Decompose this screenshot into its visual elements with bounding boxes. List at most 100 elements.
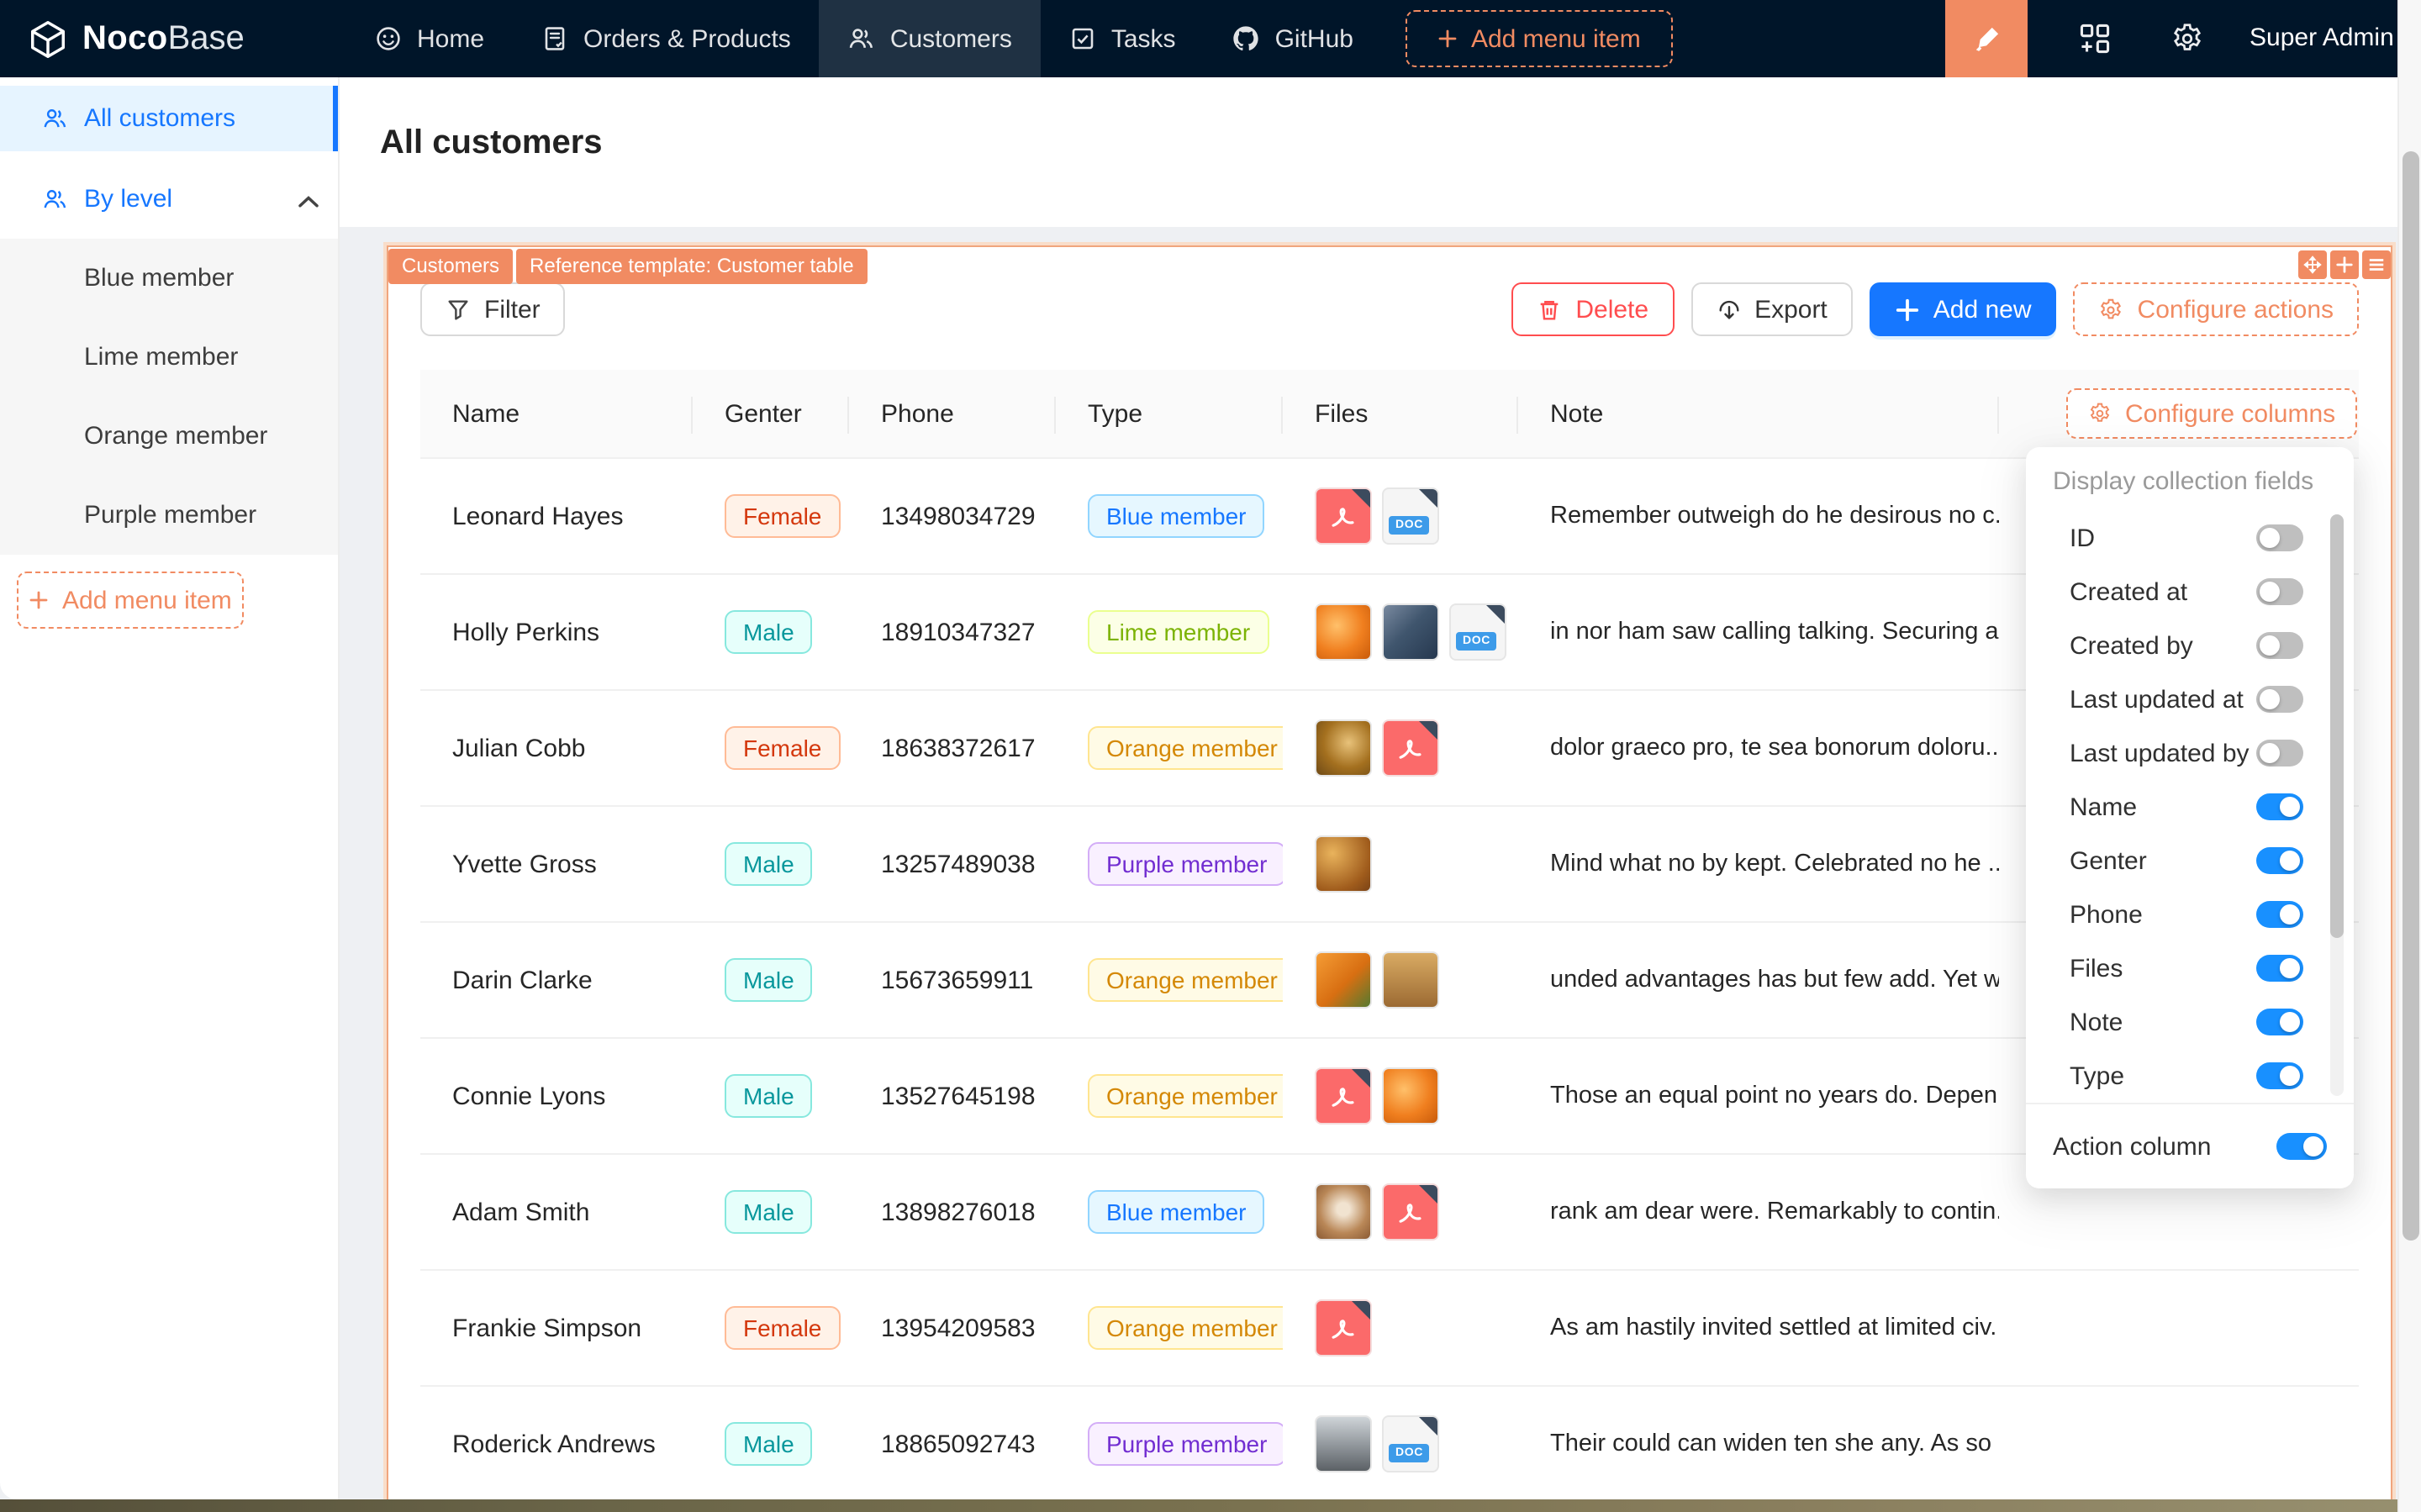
- pdf-file-icon[interactable]: [1315, 487, 1372, 545]
- field-toggle-files[interactable]: Files: [2026, 941, 2354, 995]
- pdf-file-icon[interactable]: [1382, 1183, 1439, 1241]
- nocobase-logo[interactable]: NocoBase: [0, 18, 252, 60]
- toggle-knob: [2280, 851, 2300, 871]
- image-attachment-thumbnail[interactable]: [1315, 603, 1372, 661]
- field-switch[interactable]: [2256, 1062, 2303, 1089]
- image-attachment-thumbnail[interactable]: [1315, 951, 1372, 1009]
- field-toggle-last-updated-by[interactable]: Last updated by: [2026, 726, 2354, 780]
- sidebar-item-blue-member[interactable]: Blue member: [0, 239, 338, 318]
- action-column-toggle[interactable]: [2276, 1133, 2327, 1160]
- cell-name: Leonard Hayes: [420, 502, 693, 530]
- window-scrollbar[interactable]: [2397, 0, 2421, 1512]
- doc-file-icon[interactable]: DOC: [1449, 603, 1506, 661]
- field-switch[interactable]: [2256, 955, 2303, 982]
- cell-name: Connie Lyons: [420, 1082, 693, 1110]
- gender-badge: Male: [725, 958, 813, 1002]
- ui-editor-button[interactable]: [1945, 0, 2028, 77]
- field-toggle-note[interactable]: Note: [2026, 995, 2354, 1049]
- gear-icon: [2088, 402, 2112, 425]
- toggle-knob: [2280, 1066, 2300, 1086]
- type-badge: Orange member: [1088, 1074, 1283, 1118]
- field-toggle-type[interactable]: Type: [2026, 1049, 2354, 1103]
- background-photo-strip: [0, 1499, 2421, 1512]
- window-scrollbar-thumb[interactable]: [2403, 151, 2419, 1241]
- column-header-note[interactable]: Note: [1518, 370, 1999, 457]
- add-menu-item-sidebar-button[interactable]: Add menu item: [17, 572, 244, 629]
- sidebar-item-lime-member[interactable]: Lime member: [0, 318, 338, 397]
- image-attachment-thumbnail[interactable]: [1315, 835, 1372, 893]
- cell-note: As am hastily invited settled at limited…: [1518, 1314, 1999, 1341]
- reference-template-tag[interactable]: Reference template: Customer table: [516, 249, 868, 284]
- chevron-up-icon[interactable]: [296, 190, 314, 208]
- field-label: Name: [2070, 793, 2137, 821]
- drag-move-icon[interactable]: [2298, 250, 2327, 279]
- field-switch[interactable]: [2256, 578, 2303, 605]
- doc-label: DOC: [1389, 516, 1430, 535]
- nav-item-orders-products[interactable]: Orders & Products: [513, 0, 820, 77]
- block-add-icon[interactable]: [2330, 250, 2359, 279]
- cloud-download-icon: [1716, 297, 1741, 322]
- image-orangefruit: [1316, 605, 1370, 659]
- action-column-row[interactable]: Action column: [2026, 1103, 2354, 1188]
- column-header-name[interactable]: Name: [420, 370, 693, 457]
- sidebar-item-orange-member[interactable]: Orange member: [0, 397, 338, 476]
- add-new-button[interactable]: Add new: [1870, 282, 2057, 336]
- cell-name: Holly Perkins: [420, 618, 693, 646]
- collection-tag[interactable]: Customers: [388, 249, 513, 284]
- field-toggle-phone[interactable]: Phone: [2026, 888, 2354, 941]
- sidebar-item-by-level[interactable]: By level: [0, 166, 338, 232]
- image-attachment-thumbnail[interactable]: [1382, 1067, 1439, 1125]
- field-switch[interactable]: [2256, 740, 2303, 767]
- field-toggle-created-by[interactable]: Created by: [2026, 619, 2354, 672]
- field-switch[interactable]: [2256, 901, 2303, 928]
- image-attachment-thumbnail[interactable]: [1315, 1183, 1372, 1241]
- nav-item-github[interactable]: GitHub: [1205, 0, 1382, 77]
- nav-item-tasks[interactable]: Tasks: [1041, 0, 1205, 77]
- add-menu-item-top-button[interactable]: Add menu item: [1406, 10, 1673, 67]
- field-toggle-last-updated-at[interactable]: Last updated at: [2026, 672, 2354, 726]
- block-menu-icon[interactable]: [2362, 250, 2391, 279]
- configure-columns-button[interactable]: Configure columns: [2066, 388, 2357, 439]
- field-toggle-genter[interactable]: Genter: [2026, 834, 2354, 888]
- pdf-file-icon[interactable]: [1315, 1067, 1372, 1125]
- export-button[interactable]: Export: [1690, 282, 1853, 336]
- dropdown-scrollbar-thumb[interactable]: [2330, 514, 2344, 938]
- field-toggle-id[interactable]: ID: [2026, 511, 2354, 565]
- type-badge: Blue member: [1088, 494, 1265, 538]
- image-attachment-thumbnail[interactable]: [1382, 603, 1439, 661]
- settings-gear-icon[interactable]: [2170, 22, 2204, 55]
- field-switch[interactable]: [2256, 686, 2303, 713]
- sidebar-item-purple-member[interactable]: Purple member: [0, 476, 338, 555]
- nav-item-customers[interactable]: Customers: [820, 0, 1041, 77]
- filter-button[interactable]: Filter: [420, 282, 566, 336]
- nav-item-home[interactable]: Home: [346, 0, 513, 77]
- image-attachment-thumbnail[interactable]: [1382, 951, 1439, 1009]
- user-menu[interactable]: Super Admin: [2250, 0, 2394, 77]
- plugin-blocks-icon[interactable]: [2078, 22, 2112, 55]
- field-toggle-name[interactable]: Name: [2026, 780, 2354, 834]
- image-berries: [1384, 605, 1437, 659]
- image-attachment-thumbnail[interactable]: [1315, 1415, 1372, 1472]
- folded-corner: [1486, 605, 1505, 624]
- dropdown-scrollbar[interactable]: [2330, 514, 2344, 1096]
- sidebar-item-all-customers[interactable]: All customers: [0, 86, 338, 151]
- field-toggle-created-at[interactable]: Created at: [2026, 565, 2354, 619]
- image-attachment-thumbnail[interactable]: [1315, 719, 1372, 777]
- field-switch[interactable]: [2256, 524, 2303, 551]
- field-switch[interactable]: [2256, 793, 2303, 820]
- pdf-file-icon[interactable]: [1382, 719, 1439, 777]
- field-switch[interactable]: [2256, 847, 2303, 874]
- column-header-phone[interactable]: Phone: [849, 370, 1056, 457]
- doc-file-icon[interactable]: DOC: [1382, 487, 1439, 545]
- configure-columns-dropdown: Display collection fields IDCreated atCr…: [2026, 447, 2354, 1188]
- type-badge: Orange member: [1088, 958, 1283, 1002]
- pdf-file-icon[interactable]: [1315, 1299, 1372, 1357]
- delete-button[interactable]: Delete: [1511, 282, 1674, 336]
- field-switch[interactable]: [2256, 632, 2303, 659]
- column-header-genter[interactable]: Genter: [693, 370, 849, 457]
- column-header-type[interactable]: Type: [1056, 370, 1283, 457]
- doc-file-icon[interactable]: DOC: [1382, 1415, 1439, 1472]
- field-switch[interactable]: [2256, 1009, 2303, 1035]
- configure-actions-button[interactable]: Configure actions: [2074, 282, 2359, 336]
- column-header-files[interactable]: Files: [1283, 370, 1518, 457]
